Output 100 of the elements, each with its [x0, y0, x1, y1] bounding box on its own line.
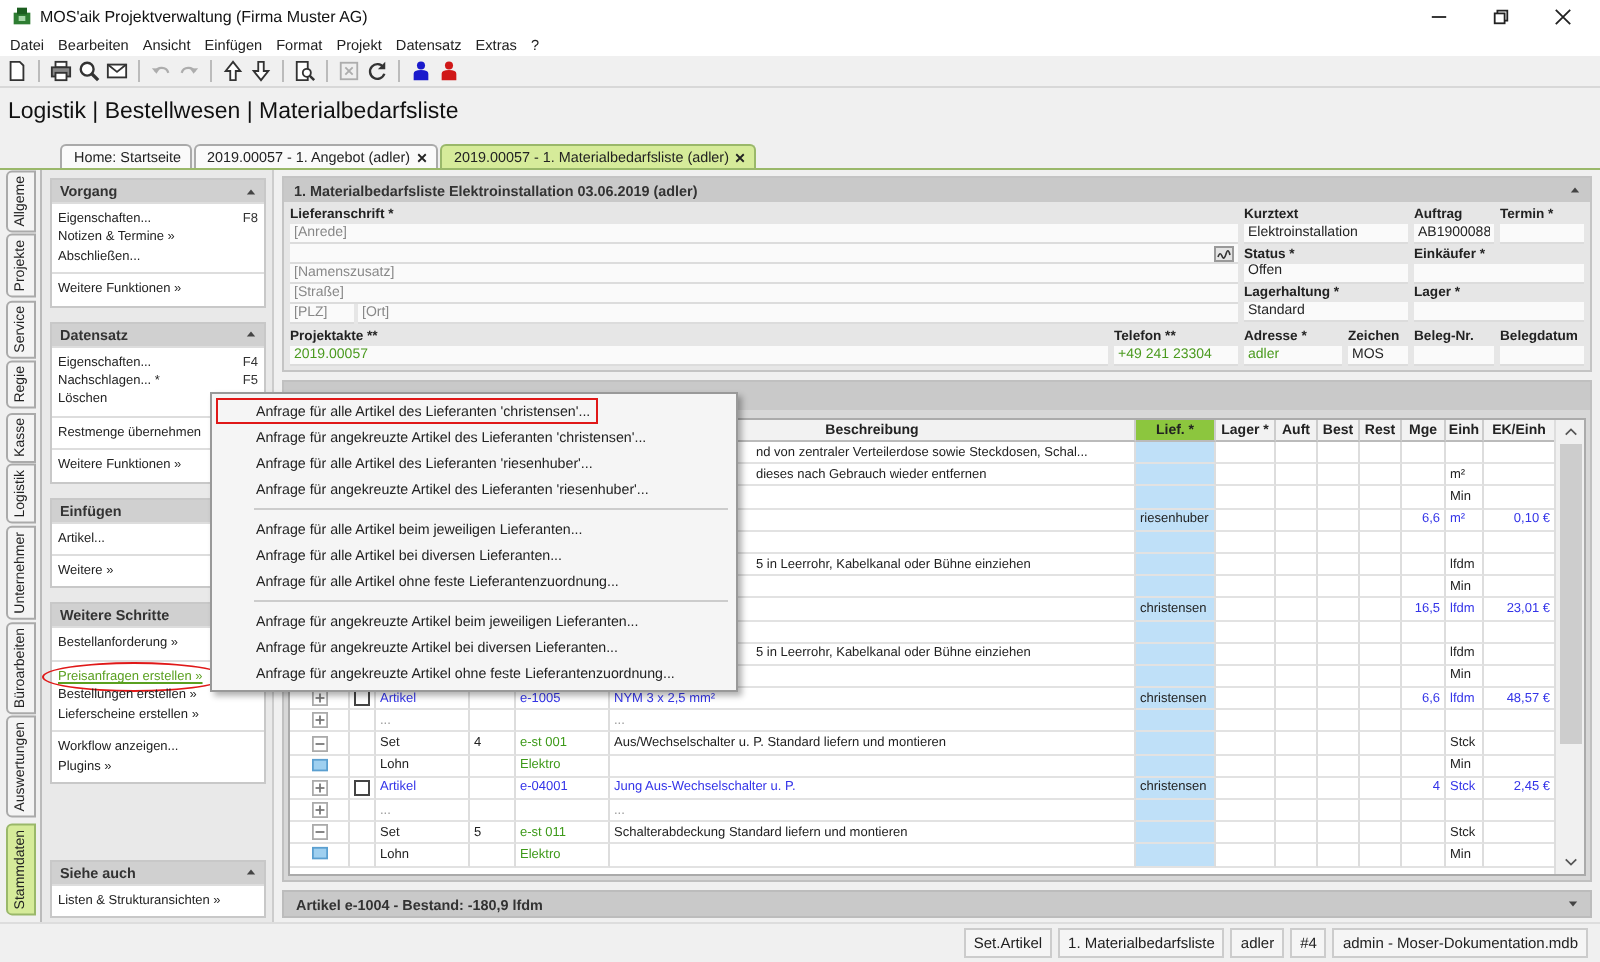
- collapse-icon[interactable]: [1570, 186, 1580, 194]
- table-cell: [1360, 442, 1402, 465]
- table-cell: [1402, 643, 1446, 666]
- table-cell: [1276, 509, 1318, 532]
- table-cell: [1318, 710, 1360, 733]
- table-cell: [1276, 531, 1318, 554]
- table-cell: [1276, 777, 1318, 800]
- scrollbar-thumb[interactable]: [1559, 444, 1581, 744]
- person-icon[interactable]: [438, 60, 460, 82]
- table-cell: [1402, 800, 1446, 823]
- table-cell: [1276, 643, 1318, 666]
- table-cell: [1402, 665, 1446, 689]
- table-cell: [1360, 844, 1402, 868]
- table-cell: [1360, 598, 1402, 621]
- expand-icon[interactable]: [1568, 900, 1578, 908]
- expand-icon[interactable]: [311, 712, 327, 729]
- table-cell: [1360, 464, 1402, 487]
- table-cell: [1318, 844, 1360, 868]
- app-icon: [12, 6, 32, 26]
- signature-button[interactable]: [1214, 245, 1234, 261]
- input-field[interactable]: [1414, 346, 1494, 366]
- table-cell: [1360, 665, 1402, 689]
- scrollbar[interactable]: [1554, 420, 1584, 874]
- table-cell: [1216, 553, 1276, 577]
- close-icon[interactable]: [416, 151, 429, 163]
- close-icon[interactable]: [734, 151, 747, 163]
- monitor-icon: [311, 757, 327, 774]
- table-cell: [1216, 844, 1276, 868]
- document-search-icon[interactable]: [294, 60, 316, 82]
- table-cell: [1318, 777, 1360, 800]
- checkbox[interactable]: [354, 779, 370, 796]
- expand-icon[interactable]: [311, 802, 327, 819]
- table-cell: [1318, 643, 1360, 666]
- table-cell: [1216, 800, 1276, 823]
- collapse-icon[interactable]: [246, 330, 256, 339]
- table-cell: [516, 800, 610, 823]
- table-cell: [1276, 576, 1318, 599]
- table-cell: [1402, 486, 1446, 510]
- magnifier-icon[interactable]: [78, 60, 100, 82]
- table-cell: [1216, 822, 1276, 845]
- table-cell: [1402, 844, 1446, 868]
- arrow-up-icon[interactable]: [222, 60, 244, 82]
- table-cell: [1402, 553, 1446, 577]
- arrow-down-icon[interactable]: [250, 60, 272, 82]
- table-cell: [1216, 509, 1276, 532]
- table-cell: [1318, 464, 1360, 487]
- monitor-icon: [311, 846, 327, 863]
- table-cell: [1318, 442, 1360, 465]
- table-cell: [1276, 755, 1318, 778]
- address-field[interactable]: [290, 244, 1238, 264]
- table-cell: [1446, 710, 1484, 733]
- new-document-icon[interactable]: [6, 60, 28, 82]
- table-cell: [1402, 755, 1446, 778]
- table-cell: [470, 800, 516, 823]
- table-cell: [1402, 822, 1446, 845]
- input-field[interactable]: [1414, 302, 1584, 323]
- table-cell: [1216, 531, 1276, 554]
- table-cell: [1216, 777, 1276, 800]
- table-cell: [1216, 442, 1276, 465]
- table-cell: [1318, 688, 1360, 711]
- input-field[interactable]: [1500, 346, 1584, 366]
- table-cell: [1276, 553, 1318, 577]
- table-cell: [1216, 464, 1276, 487]
- collapse-icon[interactable]: [246, 868, 256, 877]
- table-cell: [470, 777, 516, 800]
- table-cell: [1318, 576, 1360, 599]
- close-icon[interactable]: [1554, 7, 1572, 25]
- table-cell: [470, 755, 516, 778]
- table-cell: [1318, 822, 1360, 845]
- table-cell: [1276, 464, 1318, 487]
- table-cell: [1276, 442, 1318, 465]
- table-cell: [1446, 621, 1484, 644]
- input-field[interactable]: [1414, 263, 1584, 284]
- refresh-icon[interactable]: [366, 60, 388, 82]
- table-cell: [516, 710, 610, 733]
- collapse-icon[interactable]: [246, 187, 256, 195]
- table-cell: [1360, 800, 1402, 823]
- scroll-up-icon[interactable]: [1563, 426, 1577, 438]
- table-cell: [1216, 621, 1276, 644]
- restore-icon[interactable]: [1492, 7, 1510, 25]
- expand-icon[interactable]: [311, 779, 327, 796]
- table-cell: [1276, 732, 1318, 756]
- table-cell: [1216, 643, 1276, 666]
- table-cell: [470, 710, 516, 733]
- table-cell: [1318, 800, 1360, 823]
- printer-icon[interactable]: [50, 60, 72, 82]
- table-cell: [1446, 442, 1484, 465]
- table-cell: [1276, 822, 1318, 845]
- person-icon[interactable]: [410, 60, 432, 82]
- page-heading: Logistik | Bestellwesen | Materialbedarfsliste: [6, 98, 461, 128]
- table-cell: [1402, 732, 1446, 756]
- collapse-icon[interactable]: [311, 824, 327, 841]
- table-cell: [1216, 710, 1276, 733]
- collapse-icon[interactable]: [311, 735, 327, 752]
- table-cell: [1276, 844, 1318, 868]
- input-field[interactable]: [1500, 224, 1584, 244]
- envelope-icon[interactable]: [106, 60, 128, 82]
- table-cell: [1318, 486, 1360, 510]
- table-cell: [1276, 665, 1318, 689]
- scroll-down-icon[interactable]: [1563, 856, 1577, 868]
